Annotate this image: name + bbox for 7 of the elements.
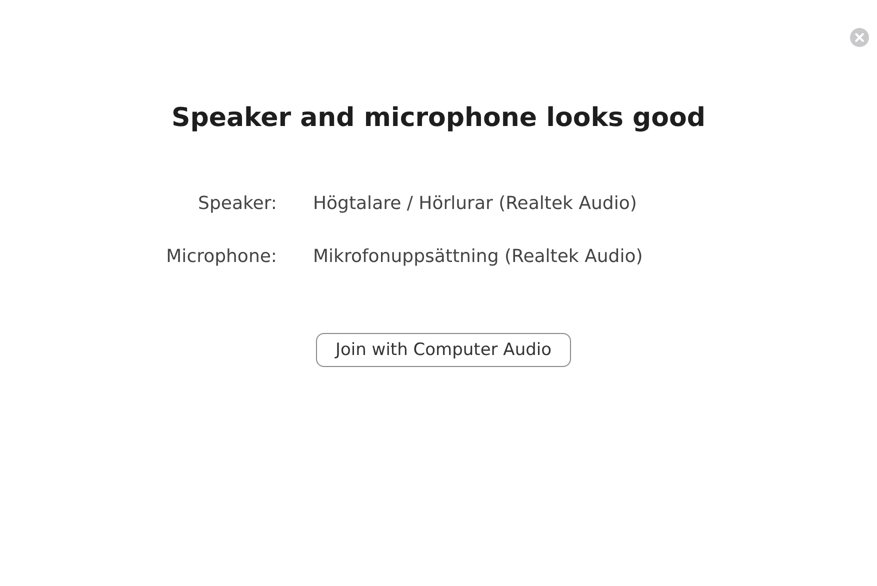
device-label: Speaker: <box>197 193 277 214</box>
device-name: Högtalare / Hörlurar (Realtek Audio) <box>313 193 638 214</box>
join-audio-button[interactable]: Join with Computer Audio <box>316 333 571 367</box>
dialog-title: Speaker and microphone looks good <box>170 103 706 133</box>
device-name: Mikrofonuppsättning (Realtek Audio) <box>313 246 644 267</box>
device-label: Microphone: <box>165 246 277 267</box>
close-icon[interactable] <box>850 28 869 47</box>
